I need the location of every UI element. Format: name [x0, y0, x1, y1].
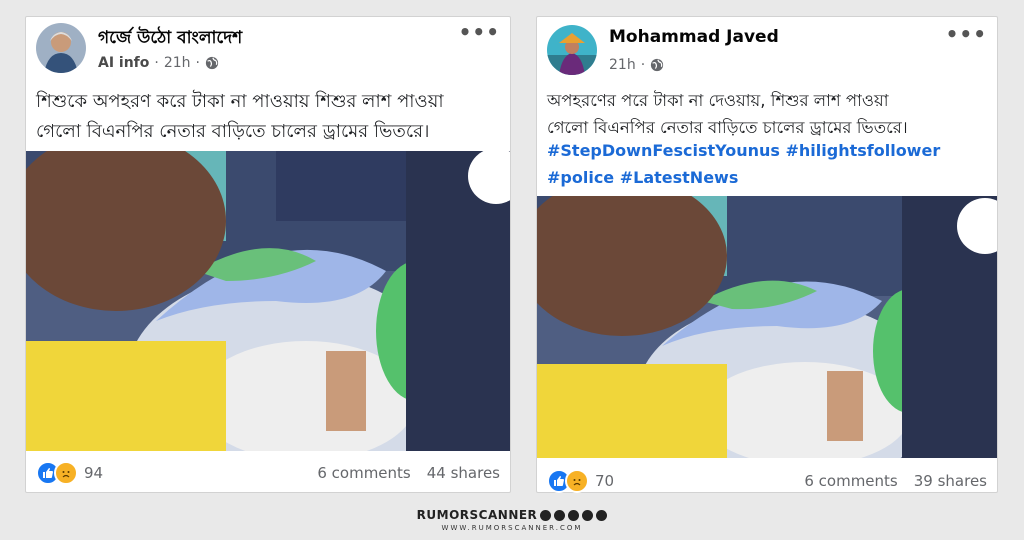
- tiktok-icon: [596, 509, 608, 521]
- globe-icon: [205, 56, 219, 70]
- post-hashtags: #StepDownFescistYounus #hilightsfollower…: [547, 137, 987, 191]
- watermark-brand-text: RUMORSCANNER: [416, 508, 538, 522]
- meta-separator: ·: [154, 55, 159, 71]
- post-time[interactable]: 21h: [164, 55, 191, 71]
- ai-info-link[interactable]: AI info: [98, 55, 149, 71]
- sad-reaction-icon: [54, 461, 78, 485]
- youtube-icon: [554, 509, 566, 521]
- post-text: অপহরণের পরে টাকা না দেওয়ায়, শিশুর লাশ …: [547, 87, 987, 141]
- shares-count[interactable]: 39 shares: [914, 472, 987, 490]
- facebook-icon: [540, 509, 552, 521]
- author-avatar[interactable]: [547, 25, 597, 75]
- more-options-icon[interactable]: •••: [459, 22, 500, 42]
- watermark-brand: RUMORSCANNER: [417, 508, 608, 522]
- post-header: গর্জে উঠো বাংলাদেশ AI info · 21h · •••: [36, 22, 500, 83]
- rumorscanner-watermark: RUMORSCANNER WWW.RUMORSCANNER.COM: [0, 504, 1024, 532]
- more-options-icon[interactable]: •••: [946, 24, 987, 44]
- twitter-icon: [568, 509, 580, 521]
- post-meta: 21h ·: [609, 57, 664, 73]
- post-video[interactable]: [537, 196, 997, 458]
- post-text-line: শিশুকে অপহরণ করে টাকা না পাওয়ায় শিশুর …: [36, 91, 444, 112]
- shares-count[interactable]: 44 shares: [427, 464, 500, 482]
- facebook-post-left: গর্জে উঠো বাংলাদেশ AI info · 21h · ••• শ…: [25, 16, 511, 493]
- post-text: শিশুকে অপহরণ করে টাকা না পাওয়ায় শিশুর …: [36, 87, 500, 147]
- post-video[interactable]: [26, 151, 510, 451]
- reactions-summary[interactable]: 94: [36, 461, 103, 485]
- author-name[interactable]: Mohammad Javed: [609, 27, 779, 47]
- post-footer: 70 6 comments 39 shares: [547, 468, 987, 494]
- hashtag-line[interactable]: #police #LatestNews: [547, 164, 987, 191]
- author-avatar[interactable]: [36, 23, 86, 73]
- comments-count[interactable]: 6 comments: [804, 472, 897, 490]
- author-name[interactable]: গর্জে উঠো বাংলাদেশ: [98, 25, 242, 53]
- meta-separator: ·: [195, 55, 200, 71]
- comments-count[interactable]: 6 comments: [317, 464, 410, 482]
- reaction-count: 70: [595, 472, 615, 490]
- post-header: Mohammad Javed 21h · •••: [547, 24, 987, 85]
- post-text-line: অপহরণের পরে টাকা না দেওয়ায়, শিশুর লাশ …: [547, 91, 889, 110]
- watermark-url: WWW.RUMORSCANNER.COM: [441, 524, 583, 532]
- post-time[interactable]: 21h: [609, 57, 636, 73]
- post-footer: 94 6 comments 44 shares: [36, 460, 500, 486]
- facebook-post-right: Mohammad Javed 21h · ••• অপহরণের পরে টাক…: [536, 16, 998, 493]
- hashtag-line[interactable]: #StepDownFescistYounus #hilightsfollower: [547, 137, 987, 164]
- sad-reaction-icon: [565, 469, 589, 493]
- meta-separator: ·: [640, 57, 646, 73]
- instagram-icon: [582, 509, 594, 521]
- globe-icon: [651, 58, 664, 72]
- reaction-count: 94: [84, 464, 104, 482]
- post-meta: AI info · 21h ·: [98, 55, 219, 71]
- reactions-summary[interactable]: 70: [547, 469, 614, 493]
- post-text-line: গেলো বিএনপির নেতার বাড়িতে চালের ড্রামের…: [36, 121, 430, 142]
